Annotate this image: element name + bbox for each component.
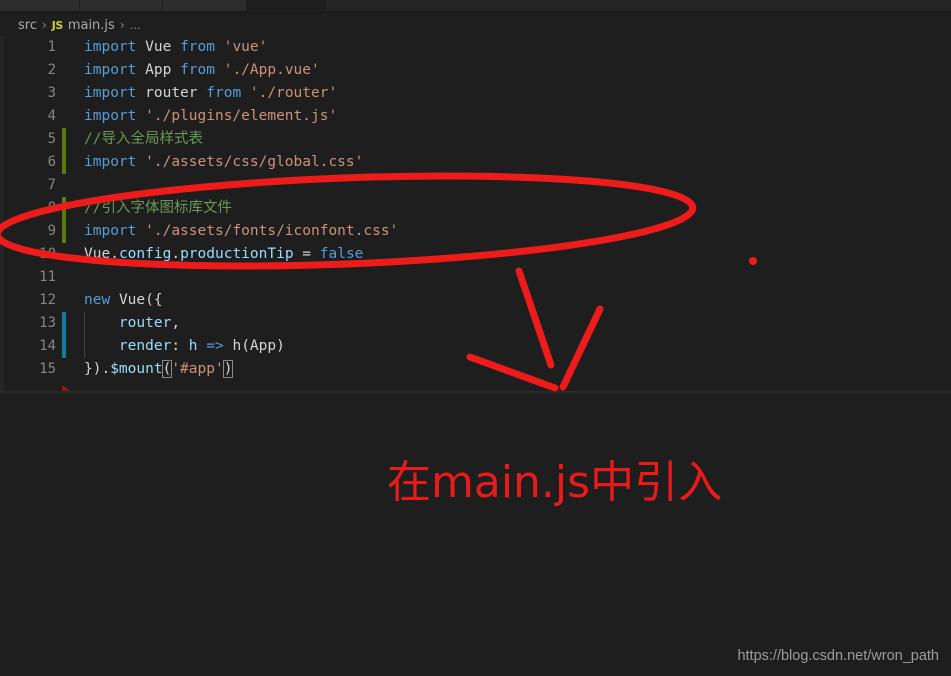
code-text: render: h => h(App) (118, 338, 285, 354)
editor-tab-bar[interactable] (0, 0, 951, 11)
code-text: import App from './App.vue' (84, 62, 320, 78)
code-text: import './assets/fonts/iconfont.css' (84, 223, 399, 239)
code-text: import './assets/css/global.css' (84, 154, 364, 170)
code-line[interactable]: 10 Vue.config.productionTip = false (0, 243, 951, 266)
code-line[interactable]: 15 }).$mount('#app') (0, 358, 951, 381)
editor-tab-2[interactable] (80, 0, 163, 11)
code-text: //引入字体图标库文件 (84, 200, 232, 216)
code-line[interactable]: 1 import Vue from 'vue' (0, 36, 951, 59)
code-text: import './plugins/element.js' (84, 108, 338, 124)
line-number: 5 (47, 131, 56, 147)
editor-tab-bar-empty[interactable] (327, 0, 951, 11)
watermark-url: https://blog.csdn.net/wron_path (737, 648, 939, 664)
code-line[interactable]: 11 (0, 266, 951, 289)
line-number: 9 (47, 223, 56, 239)
gutter-change-marker (62, 220, 66, 243)
code-line[interactable]: 9 import './assets/fonts/iconfont.css' (0, 220, 951, 243)
line-number: 3 (47, 85, 56, 101)
gutter-change-marker (62, 312, 66, 335)
code-line[interactable]: 13 router, (0, 312, 951, 335)
line-number: 6 (47, 154, 56, 170)
line-number: 15 (39, 361, 56, 377)
editor-tab-4-active[interactable] (247, 0, 327, 11)
code-text: //导入全局样式表 (84, 131, 203, 147)
line-number: 7 (47, 177, 56, 193)
code-line[interactable]: 5 //导入全局样式表 (0, 128, 951, 151)
chevron-right-icon-2: › (119, 18, 125, 32)
breadcrumb[interactable]: src › JS main.js › … (0, 14, 951, 36)
code-line[interactable]: 2 import App from './App.vue' (0, 59, 951, 82)
editor-screenshot: src › JS main.js › … 1 import Vue from '… (0, 0, 951, 676)
gutter-change-marker (62, 151, 66, 174)
code-text: router, (118, 315, 181, 331)
code-text: import Vue from 'vue' (84, 39, 268, 55)
editor-tab-1[interactable] (0, 0, 80, 11)
line-number: 2 (47, 62, 56, 78)
code-text: }).$mount('#app') (84, 360, 234, 378)
breadcrumb-symbol-placeholder[interactable]: … (130, 19, 142, 32)
code-text: Vue.config.productionTip = false (84, 246, 364, 262)
editor-tab-3[interactable] (163, 0, 247, 11)
line-number: 13 (39, 315, 56, 331)
line-number: 8 (47, 200, 56, 216)
code-line[interactable]: 3 import router from './router' (0, 82, 951, 105)
code-line[interactable]: 7 (0, 174, 951, 197)
code-line[interactable]: 8 //引入字体图标库文件 (0, 197, 951, 220)
code-editor[interactable]: 1 import Vue from 'vue' 2 import App fro… (0, 36, 951, 392)
code-line[interactable]: 4 import './plugins/element.js' (0, 105, 951, 128)
gutter-change-marker (62, 128, 66, 151)
callout-text: 在main.js中引入 (387, 457, 723, 508)
lower-blank-panel (0, 393, 951, 676)
breadcrumb-file[interactable]: main.js (68, 18, 115, 33)
chevron-right-icon: › (41, 18, 47, 32)
js-file-icon: JS (51, 18, 64, 32)
code-text: new Vue({ (84, 292, 163, 308)
code-line[interactable]: 14 render: h => h(App) (0, 335, 951, 358)
line-number: 11 (39, 269, 56, 285)
code-line[interactable]: 12 new Vue({ (0, 289, 951, 312)
breadcrumb-folder[interactable]: src (18, 18, 37, 33)
line-number: 10 (39, 246, 56, 262)
code-line[interactable]: 6 import './assets/css/global.css' (0, 151, 951, 174)
line-number: 4 (47, 108, 56, 124)
line-number: 12 (39, 292, 56, 308)
gutter-change-marker (62, 197, 66, 220)
line-number: 14 (39, 338, 56, 354)
line-number: 1 (47, 39, 56, 55)
code-text: import router from './router' (84, 85, 338, 101)
gutter-change-marker (62, 335, 66, 358)
